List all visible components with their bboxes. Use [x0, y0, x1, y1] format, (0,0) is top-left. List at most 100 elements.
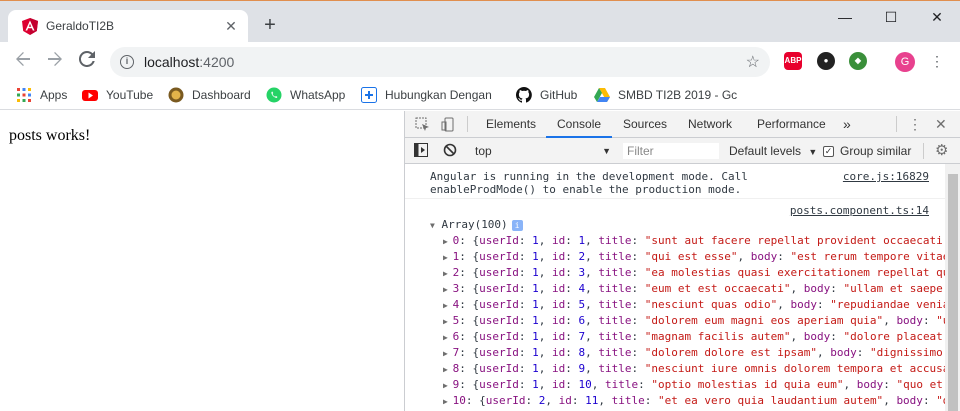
close-window-button[interactable]: ✕ [914, 1, 960, 33]
array-item-row[interactable]: ▶ 5: {userId: 1, id: 6, title: "dolorem … [443, 314, 945, 329]
array-item-row[interactable]: ▶ 10: {userId: 2, id: 11, title: "et ea … [443, 394, 945, 409]
scrollbar-thumb[interactable] [948, 174, 958, 411]
log-levels-dropdown[interactable]: Default levels ▼ [729, 142, 817, 161]
tab-sources[interactable]: Sources [623, 111, 667, 138]
console-scrollbar[interactable] [945, 164, 960, 411]
bookmark-whatsapp[interactable]: WhatsApp [266, 85, 345, 105]
site-info-icon[interactable]: i [120, 55, 134, 69]
punctuation: : [922, 394, 937, 407]
property-key: userId [479, 314, 519, 327]
new-tab-button[interactable]: + [258, 13, 282, 37]
show-sidebar-icon[interactable] [414, 143, 428, 160]
more-tabs-icon[interactable]: » [843, 111, 851, 138]
bookmark-star-icon[interactable]: ☆ [746, 52, 760, 72]
property-key: id [552, 330, 566, 343]
bookmark-github[interactable]: GitHub [516, 85, 577, 105]
array-item-row[interactable]: ▶ 1: {userId: 1, id: 2, title: "qui est … [443, 250, 945, 265]
reload-icon [78, 50, 95, 67]
array-item-row[interactable]: ▶ 7: {userId: 1, id: 8, title: "dolorem … [443, 346, 943, 361]
punctuation: , [591, 378, 606, 391]
punctuation: : [631, 346, 645, 359]
tab-console[interactable]: Console [546, 111, 613, 138]
array-item-row[interactable]: ▶ 6: {userId: 1, id: 7, title: "magnam f… [443, 330, 943, 345]
string-value: "ullam et saepe [843, 282, 943, 295]
devtools-menu-icon[interactable]: ⋮ [908, 116, 922, 133]
string-value: "magnam facilis autem" [644, 330, 791, 343]
property-key: id [552, 314, 566, 327]
punctuation: : [644, 394, 659, 407]
punctuation: : { [459, 282, 480, 295]
close-devtools-icon[interactable]: ✕ [935, 116, 947, 133]
devtools-panel: Elements Console Sources Network Perform… [404, 111, 960, 411]
profile-avatar[interactable]: G [895, 52, 915, 72]
punctuation: : [777, 250, 791, 263]
array-item-row[interactable]: ▶ 3: {userId: 1, id: 4, title: "eum et e… [443, 282, 943, 297]
punctuation: , [538, 266, 553, 279]
ladybug-extension-icon[interactable]: ● [817, 52, 835, 70]
array-item-row[interactable]: ▶ 4: {userId: 1, id: 5, title: "nesciunt… [443, 298, 945, 313]
expand-triangle-icon: ▶ [443, 397, 453, 406]
filter-input[interactable]: Filter [622, 142, 720, 160]
url-text[interactable]: localhost:4200 [144, 54, 234, 70]
toolbar-divider [923, 143, 924, 159]
minimize-button[interactable]: — [822, 1, 868, 33]
property-key: id [552, 234, 566, 247]
property-key: userId [479, 250, 519, 263]
source-link[interactable]: posts.component.ts:14 [790, 204, 929, 217]
number-value: 11 [585, 394, 599, 407]
punctuation: , [777, 298, 791, 311]
tab-performance[interactable]: Performance [757, 111, 826, 138]
array-item-row[interactable]: ▶ 8: {userId: 1, id: 9, title: "nesciunt… [443, 362, 945, 377]
maximize-button[interactable]: ☐ [868, 1, 914, 33]
bookmark-youtube[interactable]: YouTube [82, 85, 153, 105]
property-key: userId [479, 362, 519, 375]
punctuation: : [565, 346, 579, 359]
array-item-row[interactable]: ▶ 0: {userId: 1, id: 1, title: "sunt aut… [443, 234, 943, 249]
group-similar-checkbox[interactable]: ✓ [823, 146, 834, 157]
console-settings-gear-icon[interactable]: ⚙ [935, 141, 948, 159]
punctuation: : { [459, 314, 480, 327]
property-key: title [598, 250, 632, 263]
bookmark-apps[interactable]: Apps [16, 85, 67, 105]
clear-console-icon[interactable] [443, 143, 457, 160]
property-key: id [552, 282, 566, 295]
number-value: 10 [578, 378, 592, 391]
browser-toolbar: i localhost:4200 ☆ ABP ● ◆ G ⋮ [0, 42, 960, 80]
punctuation: , [883, 394, 897, 407]
punctuation: : [518, 234, 533, 247]
tab-elements[interactable]: Elements [486, 111, 536, 138]
array-expander[interactable]: ▼ Array(100) i [430, 218, 523, 233]
back-button[interactable] [12, 50, 34, 72]
number-value: 1 [532, 362, 539, 375]
address-bar[interactable]: i localhost:4200 ☆ [110, 47, 770, 77]
source-link[interactable]: core.js:16829 [843, 170, 929, 183]
property-key: id [552, 298, 566, 311]
browser-menu-icon[interactable]: ⋮ [930, 51, 944, 73]
property-key: title [598, 266, 632, 279]
bookmark-smbd[interactable]: SMBD TI2B 2019 - Gc [594, 85, 744, 105]
bookmark-dashboard[interactable]: Dashboard [168, 85, 251, 105]
globe-extension-icon[interactable]: ◆ [849, 52, 867, 70]
adblock-plus-icon[interactable]: ABP [784, 52, 802, 70]
bookmark-hubungkan[interactable]: Hubungkan Dengan [361, 85, 498, 105]
reload-button[interactable] [76, 50, 98, 72]
punctuation: : [565, 266, 579, 279]
close-tab-icon[interactable]: ✕ [222, 17, 240, 35]
youtube-icon [82, 90, 98, 101]
inspect-element-icon[interactable] [415, 117, 430, 135]
punctuation: : [518, 346, 533, 359]
forward-button[interactable] [44, 50, 66, 72]
tab-network[interactable]: Network [688, 111, 732, 138]
array-item-row[interactable]: ▶ 9: {userId: 1, id: 10, title: "optio m… [443, 378, 943, 393]
punctuation: , [538, 298, 553, 311]
punctuation: , [843, 378, 857, 391]
device-toolbar-icon[interactable] [441, 117, 456, 135]
punctuation: , [585, 282, 599, 295]
property-key: id [552, 346, 566, 359]
browser-tab[interactable]: GeraldoTI2B ✕ [8, 10, 248, 43]
array-item-row[interactable]: ▶ 2: {userId: 1, id: 3, title: "ea moles… [443, 266, 945, 281]
punctuation: : [525, 394, 539, 407]
string-value: "et ea vero quia laudantium autem" [658, 394, 884, 407]
context-selector[interactable]: top ▼ [475, 142, 613, 160]
string-value: "u [936, 314, 945, 327]
